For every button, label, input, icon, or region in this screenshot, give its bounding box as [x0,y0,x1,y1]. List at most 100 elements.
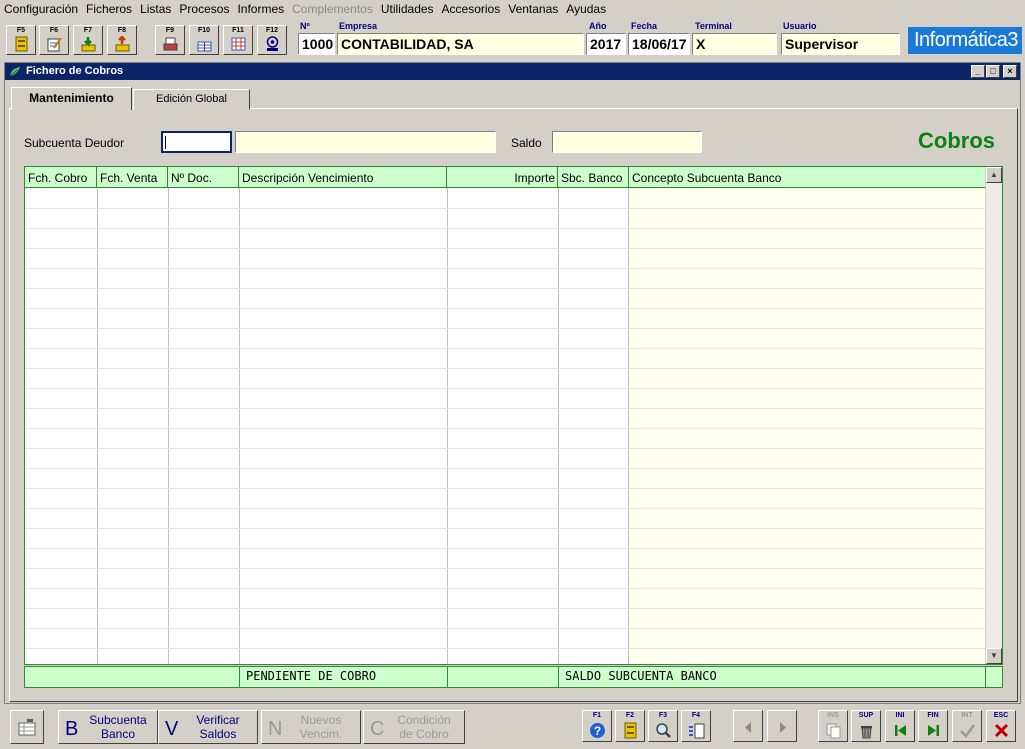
calculator-grid-icon [231,37,246,51]
menu-listas[interactable]: Listas [136,0,175,16]
saldo-label: Saldo [511,136,542,150]
col-divider [628,188,629,664]
archive-icon [624,722,637,739]
button-label: Verificar Saldos [196,713,240,741]
verificar-saldos-button[interactable]: V Verificar Saldos [158,710,258,744]
minimize-button[interactable]: _ [971,65,985,78]
edit-document-icon [47,37,62,52]
escape-button[interactable]: ESC [986,710,1016,742]
tab-mantenimiento[interactable]: Mantenimiento [11,87,132,110]
table-row [25,588,985,589]
col-header-fch-cobro[interactable]: Fch. Cobro [25,167,97,188]
table-row [25,548,985,549]
table-row [25,508,985,509]
last-record-button[interactable]: FIN [918,710,948,742]
archive-button-f2[interactable]: F2 [615,710,645,742]
menu-complementos[interactable]: Complementos [288,0,377,16]
key-label: F4 [691,712,701,719]
menu-utilidades[interactable]: Utilidades [377,0,438,16]
import-arrow-icon [81,37,96,52]
list-button-f4[interactable]: F4 [681,710,711,742]
col-header-concepto[interactable]: Concepto Subcuenta Banco [629,167,985,188]
svg-text:?: ? [594,724,601,738]
table-row [25,648,985,649]
col-header-descripcion[interactable]: Descripción Vencimiento [239,167,447,188]
menu-procesos[interactable]: Procesos [175,0,233,16]
vertical-scrollbar[interactable]: ▲ ▼ [985,167,1002,664]
key-label: FIN [927,712,939,719]
col-divider [447,188,448,664]
menu-ficheros[interactable]: Ficheros [82,0,136,16]
col-header-importe[interactable]: Importe [447,167,558,188]
key-label: INS [827,712,839,719]
col-header-fch-venta[interactable]: Fch. Venta [97,167,168,188]
subcuenta-deudor-input[interactable] [161,131,232,153]
first-record-button[interactable]: INI [885,710,915,742]
chevron-left-icon [745,722,751,733]
toolbar-button-f11[interactable]: F11 [223,25,253,55]
tab-edicion-global[interactable]: Edición Global [133,89,250,110]
accept-button[interactable]: INT [952,710,982,742]
toolbar-button-f9[interactable]: F9 [155,25,185,55]
cobros-grid[interactable]: Fch. Cobro Fch. Venta Nº Doc. Descripció… [24,166,1003,665]
menu-accesorios[interactable]: Accesorios [438,0,505,16]
insert-button[interactable]: INS [818,710,848,742]
key-label: F12 [265,27,279,34]
help-button-f1[interactable]: F1 ? [582,710,612,742]
delete-button[interactable]: SUP [851,710,881,742]
col-divider [239,188,240,664]
col-header-sbc-banco[interactable]: Sbc. Banco [558,167,629,188]
table-row [25,288,985,289]
list-icon [689,723,705,739]
archive-icon [15,36,28,52]
next-record-button[interactable] [767,710,797,742]
toolbar-button-f10[interactable]: F10 [189,25,219,55]
print-icon [163,37,178,51]
email-fax-icon [266,36,279,51]
toolbar-button-f12[interactable]: F12 [257,25,287,55]
table-row [25,608,985,609]
key-label: F8 [117,27,127,34]
search-button-f3[interactable]: F3 [648,710,678,742]
subcuenta-banco-button[interactable]: B Subcuenta Banco [58,710,158,744]
scroll-up-button[interactable]: ▲ [986,167,1002,183]
usuario-field: Supervisor [781,33,900,55]
menu-ayudas[interactable]: Ayudas [562,0,610,16]
close-button[interactable]: × [1003,65,1017,78]
key-label: F6 [49,27,59,34]
maximize-button[interactable]: □ [986,65,1000,78]
scroll-down-button[interactable]: ▼ [986,648,1002,664]
table-row [25,568,985,569]
leaf-icon [9,67,20,77]
saldo-subcuenta-banco-label: SALDO SUBCUENTA BANCO [559,667,986,687]
key-label: ESC [993,712,1009,719]
table-row [25,388,985,389]
toolbar-button-f7[interactable]: F7 [73,25,103,55]
table-row [25,488,985,489]
key-label: F9 [165,27,175,34]
trash-icon [861,726,872,739]
condicion-cobro-button[interactable]: C Condición de Cobro [363,710,465,744]
hotkey-letter: B [65,718,79,740]
nuevos-vencim-button[interactable]: N Nuevos Vencim. [261,710,361,744]
toolbar-button-f6[interactable]: F6 [39,25,69,55]
toolbar-button-f8[interactable]: F8 [107,25,137,55]
col-header-num-doc[interactable]: Nº Doc. [168,167,239,188]
menu-ventanas[interactable]: Ventanas [504,0,562,16]
terminal-field: X [692,33,777,55]
table-row [25,268,985,269]
anio-field: 2017 [586,33,626,55]
export-arrow-icon [115,36,130,52]
checkmark-icon [960,724,976,738]
key-label: F11 [232,27,244,34]
text-cursor [165,136,166,149]
skip-last-icon [928,725,939,736]
window-titlebar[interactable]: Fichero de Cobros [5,63,1020,80]
menu-configuracion[interactable]: Configuración [0,0,82,16]
table-row [25,348,985,349]
table-view-button[interactable] [10,710,44,744]
menu-informes[interactable]: Informes [233,0,288,16]
previous-record-button[interactable] [733,710,763,742]
toolbar-button-f5[interactable]: F5 [6,25,36,55]
table-row [25,208,985,209]
